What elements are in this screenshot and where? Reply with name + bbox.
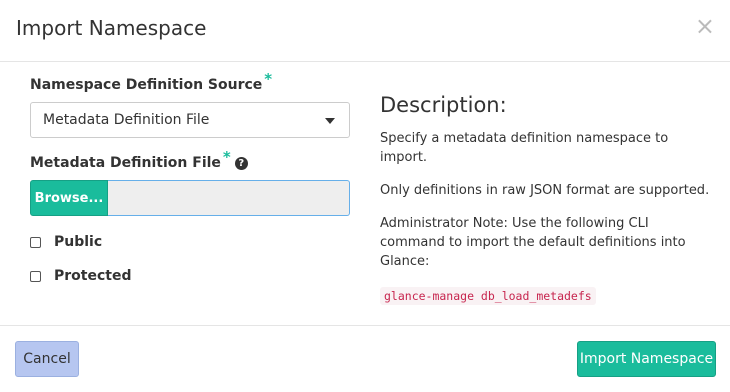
help-icon[interactable]: ?: [234, 156, 248, 170]
description-title: Description:: [380, 93, 507, 117]
description-column: Description: Specify a metadata definiti…: [380, 93, 710, 305]
required-marker: *: [264, 70, 273, 88]
modal-body: Namespace Definition Source * Metadata D…: [0, 62, 730, 325]
protected-checkbox-row: Protected: [30, 268, 350, 284]
protected-checkbox[interactable]: [30, 270, 41, 282]
source-select[interactable]: Metadata Definition File: [30, 102, 350, 138]
caret-down-icon: [325, 118, 335, 124]
description-line-1: Specify a metadata definition namespace …: [380, 131, 669, 165]
file-label-text: Metadata Definition File: [30, 155, 221, 171]
public-checkbox-row: Public: [30, 234, 350, 250]
browse-button[interactable]: Browse...: [30, 180, 108, 216]
description-line-2: Only definitions in raw JSON format are …: [380, 183, 710, 198]
required-marker: *: [222, 148, 231, 166]
modal-title: Import Namespace: [16, 16, 207, 40]
file-path-field[interactable]: [108, 180, 350, 216]
modal-header: Import Namespace ×: [0, 0, 730, 62]
import-namespace-modal: Import Namespace × Namespace Definition …: [0, 0, 730, 392]
import-namespace-button[interactable]: Import Namespace: [577, 341, 716, 377]
description-line-3: Administrator Note: Use the following CL…: [380, 216, 686, 269]
close-icon[interactable]: ×: [695, 12, 715, 40]
modal-footer: Cancel Import Namespace: [0, 325, 730, 392]
source-select-value: Metadata Definition File: [43, 112, 210, 128]
source-label-text: Namespace Definition Source: [30, 77, 263, 93]
public-checkbox[interactable]: [30, 236, 41, 248]
public-label: Public: [54, 234, 103, 250]
form-column: Namespace Definition Source * Metadata D…: [30, 70, 350, 284]
description-text: Specify a metadata definition namespace …: [380, 129, 710, 305]
file-picker: Browse...: [30, 180, 350, 216]
cli-command: glance-manage db_load_metadefs: [380, 287, 596, 305]
protected-label: Protected: [54, 268, 132, 284]
file-label: Metadata Definition File * ?: [30, 148, 350, 172]
source-label: Namespace Definition Source *: [30, 70, 350, 94]
cancel-button[interactable]: Cancel: [15, 341, 79, 377]
